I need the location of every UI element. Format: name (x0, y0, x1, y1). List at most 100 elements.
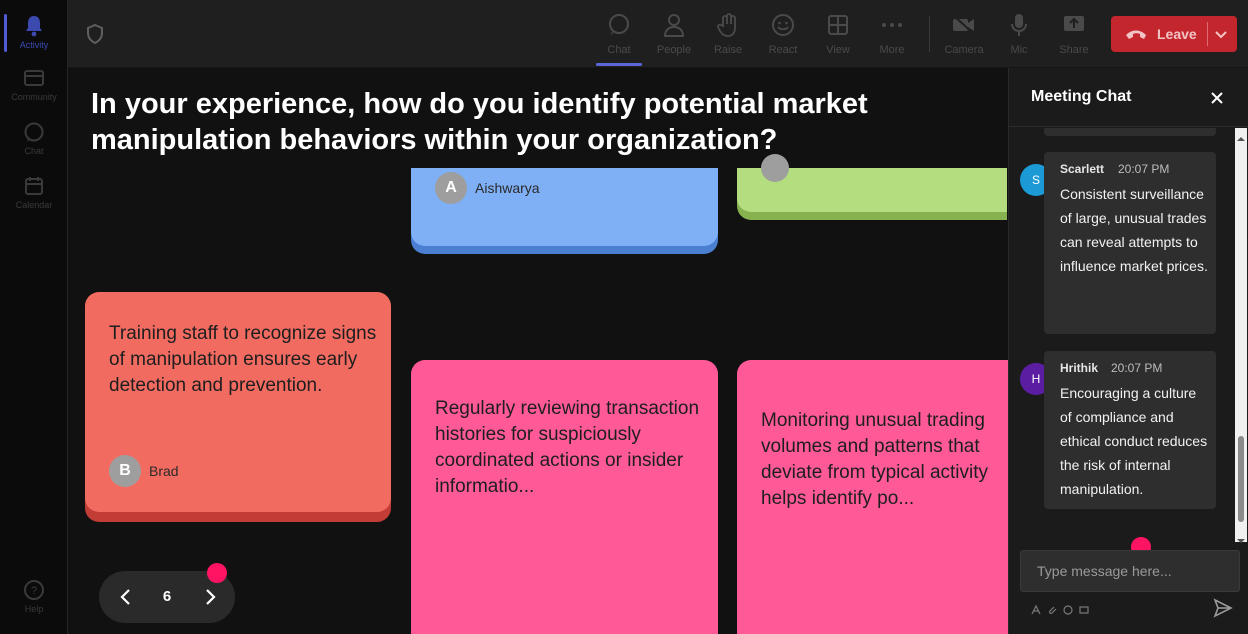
card-author: A Aishwarya (435, 172, 540, 204)
rail-item-calendar[interactable]: Calendar (0, 166, 68, 218)
calendar-icon (23, 175, 45, 197)
chat-divider (1009, 126, 1248, 127)
phone-hangup-icon (1125, 27, 1147, 41)
grid-icon (825, 12, 851, 38)
more-dots-icon (879, 12, 905, 38)
chat-label: Chat (607, 44, 631, 56)
rail-item-chat[interactable]: Chat (0, 112, 68, 164)
pointer-dot (207, 563, 227, 583)
chat-message: Hrithik 20:07 PM Encouraging a culture o… (1044, 351, 1216, 509)
leave-button[interactable]: Leave (1111, 16, 1237, 52)
scroll-down-arrow-icon[interactable] (1237, 532, 1245, 543)
mic-button[interactable]: Mic (992, 8, 1046, 64)
toolbar-divider (929, 16, 930, 52)
avatar-initial: S (1031, 173, 1040, 187)
chat-button[interactable]: Chat (592, 8, 646, 66)
more-label: More (879, 44, 905, 56)
card-text: Regularly reviewing transaction historie… (435, 398, 700, 497)
view-label: View (826, 44, 850, 56)
message-time: 20:07 PM (1118, 162, 1170, 176)
people-button[interactable]: People (647, 8, 701, 64)
help-icon: ? (23, 579, 45, 601)
rail-label: Community (11, 91, 57, 102)
send-icon[interactable] (1213, 598, 1233, 618)
camera-label: Camera (944, 44, 984, 56)
avatar (761, 154, 789, 182)
response-card-red[interactable]: Training staff to recognize signs of man… (85, 292, 391, 512)
close-icon[interactable] (1209, 90, 1225, 106)
chat-messages: S Scarlett 20:07 PM Consistent surveilla… (1009, 128, 1235, 542)
bell-icon (23, 15, 45, 37)
card-author: B Brad (109, 455, 179, 487)
people-icon (661, 12, 687, 38)
share-screen-icon (1061, 12, 1087, 38)
meeting-chat-panel: Meeting Chat S Scarlett 20:07 PM Consist… (1008, 68, 1248, 634)
view-button[interactable]: View (811, 8, 865, 64)
message-text: Consistent surveillance of large, unusua… (1060, 186, 1208, 274)
response-card-pink[interactable]: Monitoring unusual trading volumes and p… (737, 360, 1008, 634)
scroll-up-arrow-icon[interactable] (1237, 130, 1245, 141)
message-input[interactable] (1020, 550, 1240, 592)
page-number: 6 (162, 588, 172, 605)
format-icon[interactable] (1031, 602, 1041, 615)
react-button[interactable]: React (756, 8, 810, 64)
author-name: Brad (149, 463, 179, 479)
rail-item-community[interactable]: Community (0, 58, 68, 110)
people-label: People (656, 44, 692, 56)
format-toolbar (1031, 602, 1089, 615)
rail-item-activity[interactable]: Activity (0, 6, 68, 58)
camera-off-icon (951, 12, 977, 38)
message-text: Encouraging a culture of compliance and … (1060, 385, 1208, 497)
whiteboard-stage: In your experience, how do you identify … (68, 68, 1008, 634)
share-button[interactable]: Share (1047, 8, 1101, 64)
react-label: React (768, 44, 798, 56)
chevron-right-icon[interactable] (201, 587, 219, 607)
response-card-blue[interactable]: A Aishwarya (411, 168, 718, 246)
message-time: 20:07 PM (1111, 361, 1163, 375)
scrollbar-thumb[interactable] (1238, 436, 1244, 522)
chat-icon (23, 121, 45, 143)
question-title: In your experience, how do you identify … (91, 88, 868, 156)
raise-hand-button[interactable]: Raise (701, 8, 755, 64)
rail-label: Calendar (15, 199, 53, 210)
avatar-initial: H (1031, 372, 1041, 386)
chat-icon (606, 12, 632, 38)
chevron-down-icon[interactable] (1213, 26, 1229, 42)
meeting-toolbar: Chat People Raise React View More Camera… (68, 0, 1248, 68)
more-button[interactable]: More (865, 8, 919, 64)
camera-button[interactable]: Camera (937, 8, 991, 64)
previous-message (1044, 128, 1216, 136)
smiley-icon (770, 12, 796, 38)
emoji-icon[interactable] (1063, 602, 1073, 615)
hand-icon (715, 12, 741, 38)
avatar: A (435, 172, 467, 204)
avatar: B (109, 455, 141, 487)
card-text: Training staff to recognize signs of man… (109, 323, 377, 396)
sender-name: Hrithik (1060, 361, 1099, 375)
chat-title: Meeting Chat (1031, 88, 1132, 105)
chat-scrollbar[interactable] (1235, 128, 1247, 543)
mic-label: Mic (1010, 44, 1028, 56)
response-card-pink[interactable]: Regularly reviewing transaction historie… (411, 360, 718, 634)
microphone-icon (1006, 12, 1032, 38)
app-rail: Activity Community Chat Calendar ? Help (0, 0, 68, 634)
shield-icon (86, 23, 106, 46)
rail-item-help[interactable]: ? Help (0, 570, 68, 622)
leave-divider (1207, 22, 1208, 46)
svg-text:?: ? (31, 585, 37, 597)
leave-label: Leave (1157, 26, 1197, 42)
chat-message: Scarlett 20:07 PM Consistent surveillanc… (1044, 152, 1216, 334)
card-text: Monitoring unusual trading volumes and p… (761, 410, 989, 509)
share-label: Share (1059, 44, 1089, 56)
chevron-left-icon[interactable] (117, 587, 135, 607)
rail-label: Help (24, 603, 44, 614)
attach-icon[interactable] (1047, 602, 1057, 614)
gif-icon[interactable] (1079, 602, 1089, 614)
raise-label: Raise (713, 44, 743, 56)
author-name: Aishwarya (475, 180, 540, 196)
sender-name: Scarlett (1060, 162, 1105, 176)
community-icon (23, 67, 45, 89)
rail-label: Activity (19, 39, 49, 50)
response-card-green[interactable] (737, 154, 1007, 212)
rail-label: Chat (24, 145, 44, 156)
